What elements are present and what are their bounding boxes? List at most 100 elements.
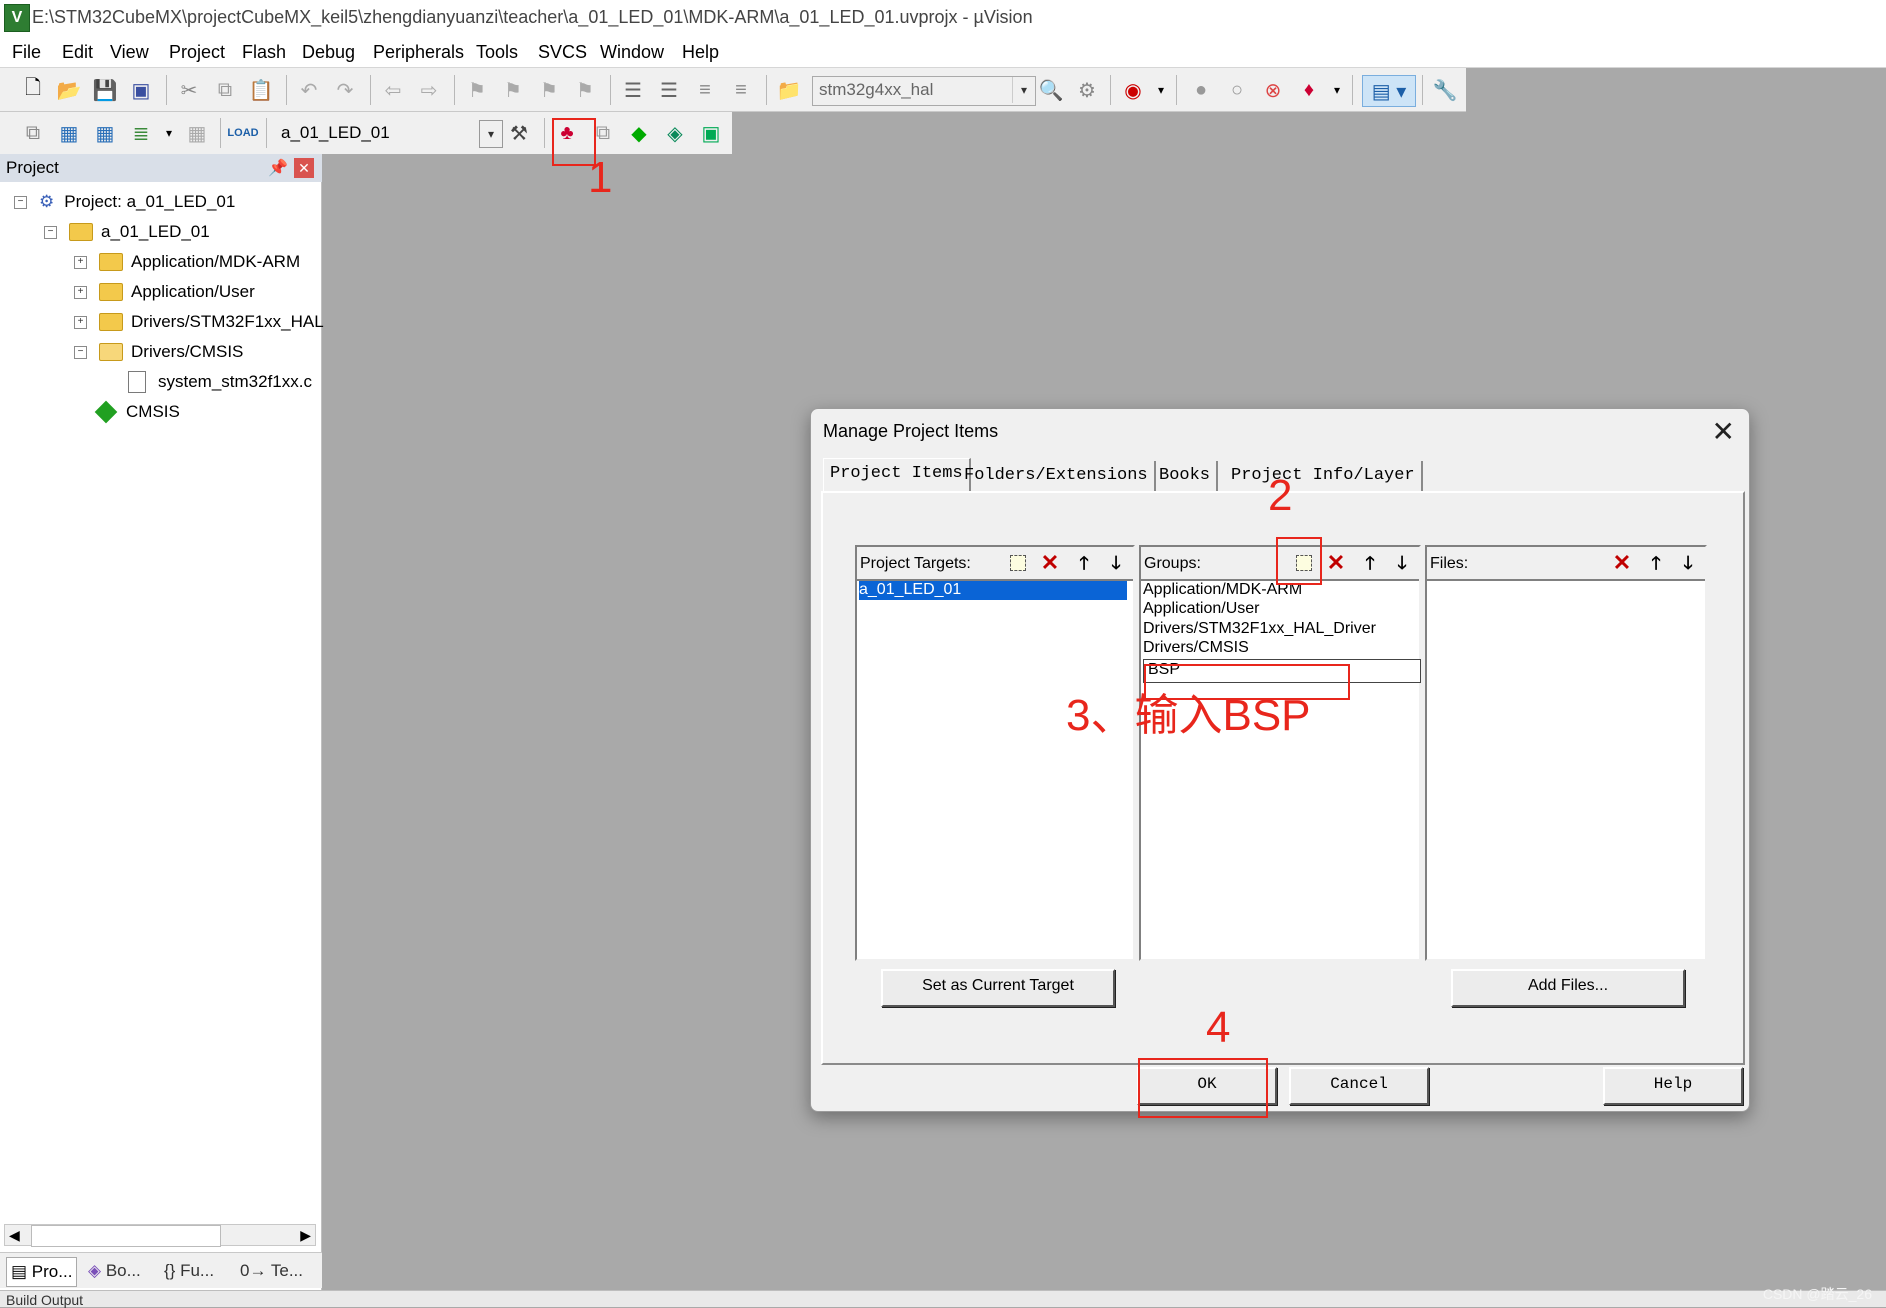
set-as-current-target-button[interactable]: Set as Current Target bbox=[881, 969, 1115, 1007]
save-all-icon[interactable]: ▣ bbox=[128, 77, 154, 103]
project-targets-list[interactable]: Project Targets: ✕ 🡑 🡓 a_01_LED_01 bbox=[855, 545, 1135, 961]
manage-run-time-environment-icon[interactable]: ◆ bbox=[626, 120, 652, 146]
paste-icon[interactable]: 📋 bbox=[248, 77, 274, 103]
open-file-icon[interactable]: 📂 bbox=[56, 77, 82, 103]
expand-icon[interactable]: + bbox=[74, 285, 87, 299]
save-icon[interactable]: 💾 bbox=[92, 77, 118, 103]
configure-icon[interactable]: 🔧 bbox=[1432, 77, 1458, 103]
window-layout-icon[interactable]: ▤ ▾ bbox=[1362, 75, 1416, 107]
menu-edit[interactable]: Edit bbox=[62, 42, 93, 63]
target-select-combo[interactable]: a_01_LED_01 ▾ bbox=[274, 119, 504, 149]
tab-books[interactable]: ◈ Bo... bbox=[84, 1257, 145, 1285]
tree-group[interactable]: + Application/MDK-ARM bbox=[74, 248, 300, 276]
tree-cmsis[interactable]: CMSIS bbox=[94, 398, 180, 426]
move-down-icon[interactable]: 🡓 bbox=[1387, 549, 1417, 577]
menu-project[interactable]: Project bbox=[169, 42, 225, 63]
breakpoint-menu-icon[interactable]: ♦ bbox=[1296, 77, 1322, 103]
tree-group[interactable]: + Drivers/STM32F1xx_HAL bbox=[74, 308, 324, 336]
tab-templates[interactable]: 0→ Te... bbox=[236, 1257, 307, 1285]
rebuild-icon[interactable]: ▦ bbox=[92, 120, 118, 146]
close-icon[interactable]: ✕ bbox=[1712, 415, 1735, 448]
cut-icon[interactable]: ✂ bbox=[176, 77, 202, 103]
help-button[interactable]: Help bbox=[1603, 1067, 1743, 1105]
move-up-icon[interactable]: 🡑 bbox=[1355, 549, 1385, 577]
delete-icon[interactable]: ✕ bbox=[1321, 549, 1351, 577]
expand-icon[interactable]: + bbox=[74, 315, 87, 329]
tab-books[interactable]: Books bbox=[1153, 461, 1219, 491]
breakpoint-kill-icon[interactable]: ⊗ bbox=[1260, 77, 1286, 103]
copy-icon[interactable]: ⧉ bbox=[212, 77, 238, 103]
chevron-down-icon[interactable]: ▾ bbox=[1324, 77, 1350, 103]
tree-file[interactable]: system_stm32f1xx.c bbox=[128, 368, 312, 396]
menu-help[interactable]: Help bbox=[682, 42, 719, 63]
group-item[interactable]: Drivers/CMSIS bbox=[1143, 639, 1249, 658]
bookmark-prev-icon[interactable]: ⚑ bbox=[500, 77, 526, 103]
download-load-icon[interactable]: LOAD bbox=[227, 120, 258, 146]
tree-group[interactable]: + Application/User bbox=[74, 278, 255, 306]
options-for-target-icon[interactable]: ⚒ bbox=[506, 120, 532, 146]
debug-session-icon[interactable]: ◉ bbox=[1120, 77, 1146, 103]
navigate-back-icon[interactable]: ⇦ bbox=[380, 77, 406, 103]
incremental-find-icon[interactable]: ⚙ bbox=[1074, 77, 1100, 103]
uncomment-icon[interactable]: ≡ bbox=[728, 77, 754, 103]
scrollbar-thumb[interactable] bbox=[31, 1225, 221, 1247]
chevron-down-icon[interactable]: ▾ bbox=[479, 120, 503, 148]
move-up-icon[interactable]: 🡑 bbox=[1641, 549, 1671, 577]
tab-project-info-layer[interactable]: Project Info/Layer bbox=[1225, 461, 1423, 491]
collapse-icon[interactable]: − bbox=[14, 195, 27, 209]
build-icon[interactable]: ▦ bbox=[56, 120, 82, 146]
chevron-down-icon[interactable]: ▾ bbox=[1012, 77, 1035, 103]
menu-debug[interactable]: Debug bbox=[302, 42, 355, 63]
cancel-button[interactable]: Cancel bbox=[1289, 1067, 1429, 1105]
scroll-left-icon[interactable]: ◀ bbox=[9, 1227, 20, 1244]
tab-project-items[interactable]: Project Items bbox=[823, 458, 971, 492]
tab-functions[interactable]: {} Fu... bbox=[160, 1257, 218, 1285]
tab-project[interactable]: ▤ Pro... bbox=[6, 1257, 78, 1287]
bookmark-toggle-icon[interactable]: ⚑ bbox=[464, 77, 490, 103]
move-up-icon[interactable]: 🡑 bbox=[1069, 549, 1099, 577]
add-files-button[interactable]: Add Files... bbox=[1451, 969, 1685, 1007]
select-software-packs-icon[interactable]: ◈ bbox=[662, 120, 688, 146]
tree-target[interactable]: − a_01_LED_01 bbox=[44, 218, 210, 246]
pack-installer-icon[interactable]: ▣ bbox=[698, 120, 724, 146]
menu-window[interactable]: Window bbox=[600, 42, 664, 63]
comment-icon[interactable]: ≡ bbox=[692, 77, 718, 103]
menu-peripherals[interactable]: Peripherals bbox=[373, 42, 464, 63]
menu-svcs[interactable]: SVCS bbox=[538, 42, 587, 63]
indent-icon[interactable]: ☰ bbox=[620, 77, 646, 103]
collapse-icon[interactable]: − bbox=[74, 345, 87, 359]
close-icon[interactable]: ✕ bbox=[294, 158, 314, 178]
collapse-icon[interactable]: − bbox=[44, 225, 57, 239]
pin-icon[interactable]: 📌 bbox=[268, 158, 288, 178]
chevron-down-icon[interactable]: ▾ bbox=[156, 120, 182, 146]
navigate-forward-icon[interactable]: ⇨ bbox=[416, 77, 442, 103]
move-down-icon[interactable]: 🡓 bbox=[1673, 549, 1703, 577]
find-combo[interactable]: stm32g4xx_hal ▾ bbox=[812, 76, 1036, 106]
breakpoint-disable-icon[interactable]: ○ bbox=[1224, 77, 1250, 103]
target-item[interactable]: a_01_LED_01 bbox=[859, 581, 1127, 600]
find-icon[interactable]: 🔍 bbox=[1038, 77, 1064, 103]
scroll-right-icon[interactable]: ▶ bbox=[300, 1227, 311, 1244]
group-item[interactable]: Drivers/STM32F1xx_HAL_Driver bbox=[1143, 620, 1376, 639]
expand-icon[interactable]: + bbox=[74, 255, 87, 269]
stop-build-icon[interactable]: ▦ bbox=[184, 120, 210, 146]
breakpoint-icon[interactable]: ● bbox=[1188, 77, 1214, 103]
delete-icon[interactable]: ✕ bbox=[1607, 549, 1637, 577]
unindent-icon[interactable]: ☰ bbox=[656, 77, 682, 103]
tree-project-root[interactable]: − ⚙ Project: a_01_LED_01 bbox=[14, 188, 235, 216]
menu-tools[interactable]: Tools bbox=[476, 42, 518, 63]
find-in-files-icon[interactable]: 📁 bbox=[776, 77, 802, 103]
batch-build-icon[interactable]: ≣ bbox=[128, 120, 154, 146]
redo-icon[interactable]: ↷ bbox=[332, 77, 358, 103]
delete-icon[interactable]: ✕ bbox=[1035, 549, 1065, 577]
files-list[interactable]: Files: ✕ 🡑 🡓 bbox=[1425, 545, 1707, 961]
translate-icon[interactable]: ⧉ bbox=[20, 120, 46, 146]
bookmark-clear-icon[interactable]: ⚑ bbox=[572, 77, 598, 103]
move-down-icon[interactable]: 🡓 bbox=[1101, 549, 1131, 577]
menu-file[interactable]: File bbox=[12, 42, 41, 63]
group-item[interactable]: Application/User bbox=[1143, 600, 1260, 619]
new-file-icon[interactable]: 🗋 bbox=[20, 77, 46, 103]
menu-flash[interactable]: Flash bbox=[242, 42, 286, 63]
groups-list[interactable]: Groups: ✕ 🡑 🡓 Application/MDK-ARM Applic… bbox=[1139, 545, 1421, 961]
undo-icon[interactable]: ↶ bbox=[296, 77, 322, 103]
